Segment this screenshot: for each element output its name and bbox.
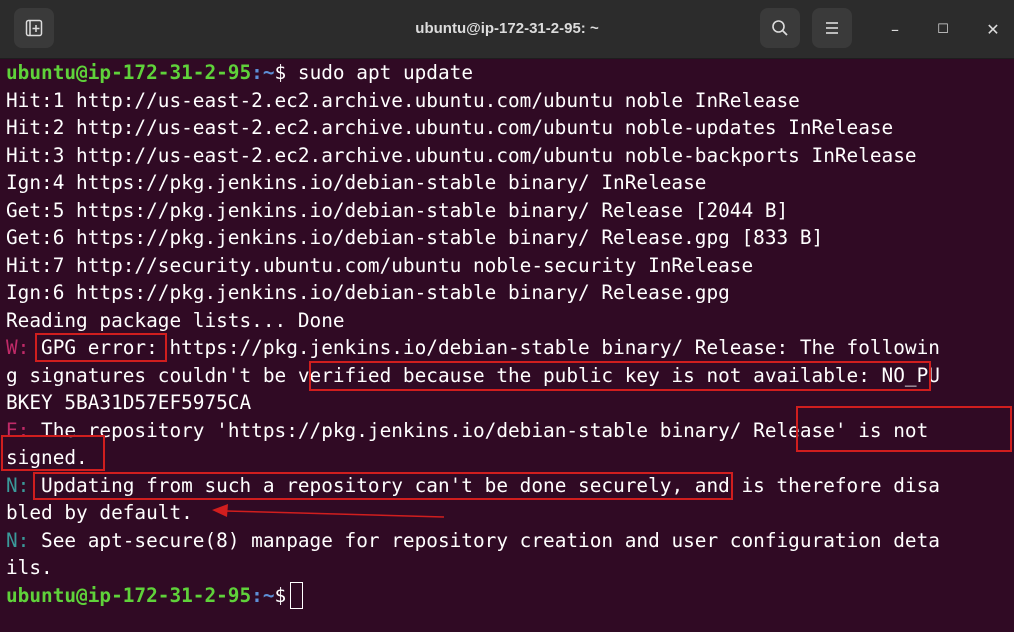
search-icon — [772, 20, 788, 36]
new-tab-button[interactable] — [14, 8, 54, 48]
annotation-arrow — [212, 504, 445, 518]
hamburger-menu-icon — [826, 22, 838, 34]
title-bar: ubuntu@ip-172-31-2-95: ~ – ☐ ✕ — [0, 0, 1014, 59]
maximize-button[interactable]: ☐ — [928, 14, 958, 44]
terminal-output[interactable]: ubuntu@ip-172-31-2-95:~$ sudo apt update… — [0, 58, 1014, 632]
maximize-icon: ☐ — [937, 21, 949, 37]
minimize-icon: – — [891, 19, 899, 39]
close-button[interactable]: ✕ — [978, 14, 1008, 44]
minimize-button[interactable]: – — [880, 14, 910, 44]
menu-button[interactable] — [812, 8, 852, 48]
close-icon: ✕ — [986, 19, 1000, 39]
new-tab-icon — [25, 19, 43, 37]
window-title: ubuntu@ip-172-31-2-95: ~ — [415, 20, 599, 37]
search-button[interactable] — [760, 8, 800, 48]
